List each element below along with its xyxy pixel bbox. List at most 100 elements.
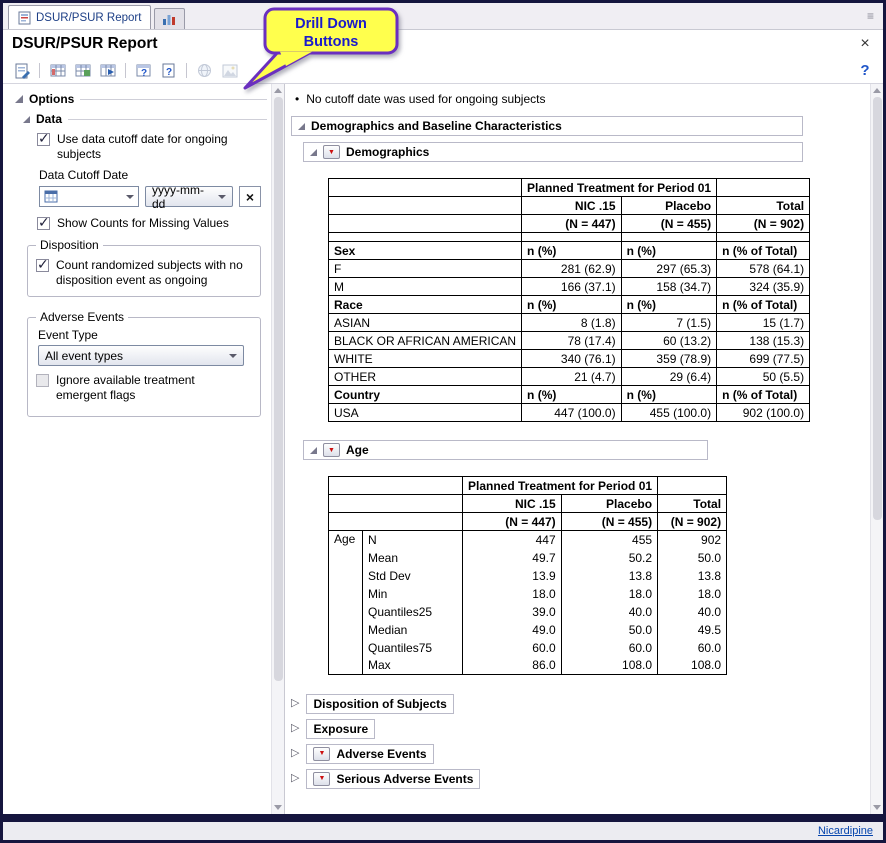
drill-down-button[interactable]: ▼	[323, 443, 340, 457]
section-title: Age	[346, 443, 369, 457]
cell: Mean	[363, 549, 463, 567]
cell: 18.0	[658, 585, 727, 603]
cell: 60.0	[561, 639, 657, 657]
scrollbar-thumb[interactable]	[873, 97, 882, 520]
collapsed-section-serious-adverse-events[interactable]: ▷ ▼ Serious Adverse Events	[291, 768, 870, 789]
table-row: ASIAN 8 (1.8) 7 (1.5) 15 (1.7)	[329, 314, 810, 332]
check-icon: ✓	[38, 214, 50, 231]
missing-values-checkbox-row: ✓ Show Counts for Missing Values	[37, 216, 267, 231]
table-row: Sex n (%) n (%) n (% of Total)	[329, 242, 810, 260]
disclosure-closed-icon[interactable]: ▷	[291, 698, 299, 709]
chevron-down-icon	[229, 354, 237, 358]
disclosure-closed-icon[interactable]: ▷	[291, 748, 299, 759]
help-icon[interactable]: ?	[854, 60, 876, 81]
section-title: Disposition of Subjects	[313, 697, 446, 711]
cell: 108.0	[561, 657, 657, 675]
cell	[329, 215, 522, 233]
disclosure-open-icon[interactable]	[310, 149, 317, 156]
cell: 7 (1.5)	[621, 314, 717, 332]
scroll-up-icon[interactable]	[873, 88, 881, 93]
cell: n (%)	[522, 296, 622, 314]
cell: Std Dev	[363, 567, 463, 585]
disposition-checkbox[interactable]: ✓	[36, 259, 49, 272]
cell: n (%)	[621, 386, 717, 404]
tab-dsur-psur-report[interactable]: DSUR/PSUR Report	[8, 5, 151, 29]
section-header-age[interactable]: ▼ Age	[303, 440, 708, 460]
options-scrollbar[interactable]	[271, 84, 284, 814]
cutoff-date-checkbox[interactable]: ✓	[37, 133, 50, 146]
cell: Placebo	[561, 495, 657, 513]
new-report-icon[interactable]	[10, 60, 33, 81]
section-title: Demographics and Baseline Characteristic…	[311, 119, 562, 133]
cell: 39.0	[463, 603, 562, 621]
event-type-label: Event Type	[38, 328, 252, 342]
disclosure-open-icon[interactable]	[298, 123, 305, 130]
cell: Max	[363, 657, 463, 675]
cell: n (%)	[522, 242, 622, 260]
scrollbar-thumb[interactable]	[274, 97, 283, 681]
cell: 18.0	[463, 585, 562, 603]
missing-values-checkbox[interactable]: ✓	[37, 217, 50, 230]
disclosure-closed-icon[interactable]: ▷	[291, 773, 299, 784]
globe-icon[interactable]	[193, 60, 216, 81]
report-info-icon[interactable]: ?	[157, 60, 180, 81]
disclosure-open-icon[interactable]	[15, 95, 23, 103]
disposition-group: Disposition ✓ Count randomized subjects …	[27, 245, 261, 297]
cell: n (% of Total)	[717, 242, 810, 260]
date-format-dropdown[interactable]: yyyy-mm-dd	[145, 186, 233, 207]
scroll-down-icon[interactable]	[274, 805, 282, 810]
ignore-flags-checkbox-label: Ignore available treatment emergent flag…	[56, 373, 236, 403]
toolbar: ? ? ?	[3, 58, 883, 84]
report-scrollbar[interactable]	[870, 84, 883, 814]
drill-down-icon: ▼	[328, 447, 335, 454]
cell: NIC .15	[522, 197, 622, 215]
data-table-icon[interactable]	[46, 60, 69, 81]
drill-down-button[interactable]: ▼	[323, 145, 340, 159]
table-row: (N = 447) (N = 455) (N = 902)	[329, 513, 727, 531]
cell: 166 (37.1)	[522, 278, 622, 296]
drill-down-button[interactable]: ▼	[313, 772, 330, 786]
tab-chart[interactable]	[154, 8, 185, 29]
export-table-icon[interactable]	[96, 60, 119, 81]
table-row: BLACK OR AFRICAN AMERICAN 78 (17.4) 60 (…	[329, 332, 810, 350]
save-table-icon[interactable]	[71, 60, 94, 81]
cell: Age	[329, 531, 363, 675]
chevron-down-icon[interactable]	[126, 195, 134, 199]
data-outline-header[interactable]: Data	[23, 112, 267, 126]
disclosure-open-icon[interactable]	[23, 116, 30, 123]
disclosure-closed-icon[interactable]: ▷	[291, 723, 299, 734]
drill-down-button[interactable]: ▼	[313, 747, 330, 761]
event-type-value: All event types	[45, 349, 123, 363]
close-icon[interactable]: ×	[856, 36, 874, 52]
cell: 78 (17.4)	[522, 332, 622, 350]
table-row: Min 18.0 18.0 18.0	[329, 585, 727, 603]
table-info-icon[interactable]: ?	[132, 60, 155, 81]
collapsed-section-disposition-of-subjects[interactable]: ▷ Disposition of Subjects	[291, 693, 870, 714]
cell	[717, 179, 810, 197]
clear-date-button[interactable]: ×	[239, 186, 261, 207]
collapsed-section-adverse-events[interactable]: ▷ ▼ Adverse Events	[291, 743, 870, 764]
disclosure-open-icon[interactable]	[310, 447, 317, 454]
options-outline-header[interactable]: Options	[15, 92, 267, 106]
event-type-dropdown[interactable]: All event types	[38, 345, 244, 366]
date-input[interactable]	[39, 186, 139, 207]
window-menu-icon[interactable]: ≡	[867, 9, 877, 29]
section-header-demographics-baseline[interactable]: Demographics and Baseline Characteristic…	[291, 116, 803, 136]
cell: Quantiles75	[363, 639, 463, 657]
cell: 21 (4.7)	[522, 368, 622, 386]
section-header-demographics[interactable]: ▼ Demographics	[303, 142, 803, 162]
cell: (N = 447)	[522, 215, 622, 233]
cell: Country	[329, 386, 522, 404]
adverse-events-group: Adverse Events Event Type All event type…	[27, 317, 261, 417]
nicardipine-link[interactable]: Nicardipine	[818, 825, 873, 837]
table-row: Planned Treatment for Period 01	[329, 477, 727, 495]
cell: 8 (1.8)	[522, 314, 622, 332]
scroll-down-icon[interactable]	[873, 805, 881, 810]
ignore-flags-checkbox[interactable]	[36, 374, 49, 387]
table-row: F 281 (62.9) 297 (65.3) 578 (64.1)	[329, 260, 810, 278]
disposition-checkbox-row: ✓ Count randomized subjects with no disp…	[36, 258, 252, 288]
table-row: Quantiles25 39.0 40.0 40.0	[329, 603, 727, 621]
cell: 50.0	[658, 549, 727, 567]
table-row: Max 86.0 108.0 108.0	[329, 657, 727, 675]
collapsed-section-exposure[interactable]: ▷ Exposure	[291, 718, 870, 739]
